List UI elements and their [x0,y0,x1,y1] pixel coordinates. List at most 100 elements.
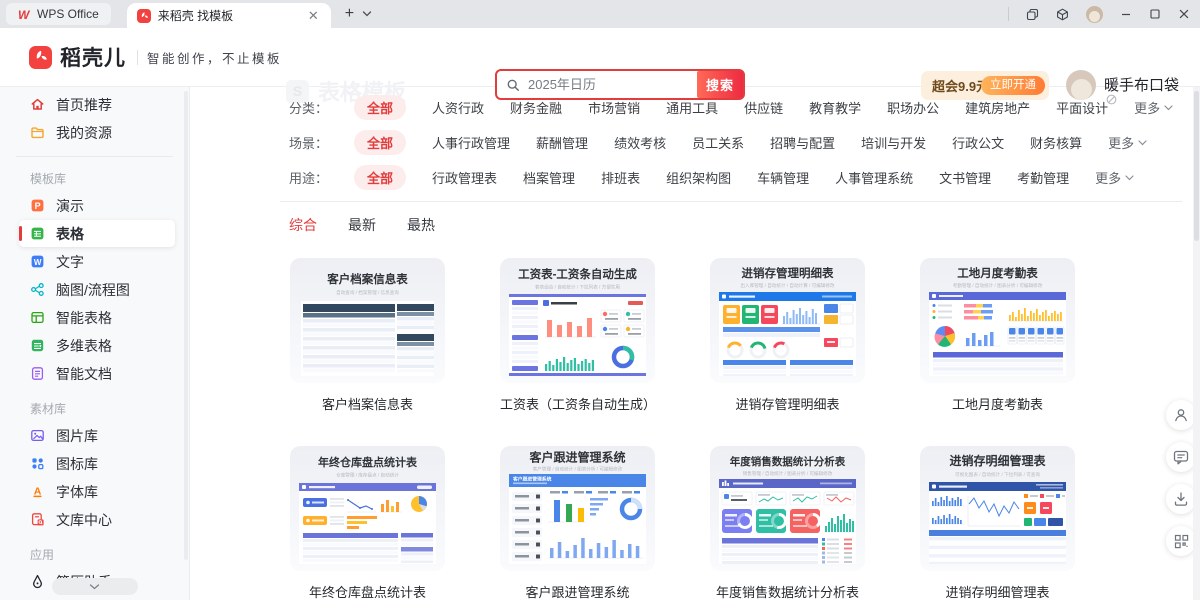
filter-more-button[interactable]: 更多 [1095,168,1134,187]
template-title[interactable]: 工地月度考勤表 [920,394,1075,413]
wps-logo-icon: W [18,8,31,21]
template-preview[interactable]: 工资表-工资条自动生成 套表组合 / 自动统计 / 下拉列表 / 方便实用 [500,258,655,383]
filter-option[interactable]: 教育教学 [809,98,861,117]
docer-tab[interactable]: 来稻壳 找模板 ✕ [127,3,331,28]
template-preview[interactable]: 年度销售数据统计分析表 销售管理 / 自动统计 / 图表分析 / 可编辑修改 [710,446,865,571]
filter-option[interactable]: 员工关系 [692,133,744,152]
sidebar-item-smart-doc[interactable]: 智能文档 [19,360,175,387]
template-card[interactable]: 年终仓库盘点统计表 仓库管理 / 库存盘点 / 自动统计 [290,446,445,600]
filter-option[interactable]: 文书管理 [939,168,991,187]
filter-option[interactable]: 薪酬管理 [536,133,588,152]
sidebar-item-label: 演示 [56,196,84,216]
svg-text:年度销售数据统计分析表: 年度销售数据统计分析表 [730,455,846,468]
sidebar-item-images[interactable]: 图片库 [19,422,175,449]
sidebar-item-presentation[interactable]: P 演示 [19,192,175,219]
download-client-button[interactable] [1166,484,1196,514]
filter-option[interactable]: 全部 [354,165,406,190]
filter-option[interactable]: 排班表 [601,168,640,187]
feedback-button[interactable] [1166,442,1196,472]
template-title[interactable]: 进销存管理明细表 [710,394,865,413]
template-card[interactable]: 客户档案信息表 自动查询 / 档案管理 / 信息查询 [290,258,445,413]
template-preview[interactable]: 进销存管理明细表 出入库管理 / 自动统计 / 自动计算 / 可编辑修改 [710,258,865,383]
filter-option[interactable]: 市场营销 [588,98,640,117]
account-avatar-small[interactable] [1086,6,1103,23]
template-card[interactable]: 进销存管理明细表 出入库管理 / 自动统计 / 自动计算 / 可编辑修改 [710,258,865,413]
filter-option[interactable]: 绩效考核 [614,133,666,152]
docer-logo[interactable]: 稻壳儿 智能创作，不止模板 [29,42,282,72]
labs-cube-icon[interactable] [1056,8,1069,21]
sidebar-item-my-resources[interactable]: 我的资源 [19,119,175,146]
sidebar-scrollbar[interactable] [184,91,188,560]
main-scrollbar-thumb[interactable] [1194,91,1199,241]
filter-option[interactable]: 建筑房地产 [965,98,1030,117]
sort-tab-newest[interactable]: 最新 [348,215,376,235]
sidebar-item-multidim-sheet[interactable]: 多维表格 [19,332,175,359]
template-card[interactable]: 进销存明细管理表 可视化图表 / 自动统计 / 下拉列表 / 可查询 [920,446,1075,600]
template-card[interactable]: 年度销售数据统计分析表 销售管理 / 自动统计 / 图表分析 / 可编辑修改 [710,446,865,600]
filter-option[interactable]: 全部 [354,130,406,155]
tagline: 智能创作，不止模板 [147,48,282,67]
template-title[interactable]: 年终仓库盘点统计表 [290,582,445,600]
template-preview[interactable]: 客户档案信息表 自动查询 / 档案管理 / 信息查询 [290,258,445,383]
minimize-icon[interactable] [1120,8,1132,20]
sidebar-collapse-button[interactable] [52,578,138,595]
filter-option[interactable]: 平面设计 [1056,98,1108,117]
sidebar-item-fonts[interactable]: A 字体库 [19,478,175,505]
wps-home-tab[interactable]: W WPS Office [6,3,111,25]
filter-option[interactable]: 财务金融 [510,98,562,117]
sidebar-item-label: 脑图/流程图 [56,280,130,300]
sidebar-item-mindmap[interactable]: 脑图/流程图 [19,276,175,303]
maximize-icon[interactable] [1149,8,1161,20]
sort-tab-comprehensive[interactable]: 综合 [289,215,317,235]
template-title[interactable]: 客户跟进管理系统 [500,582,655,600]
filter-option[interactable]: 招聘与配置 [770,133,835,152]
filter-option[interactable]: 行政管理表 [432,168,497,187]
close-icon[interactable] [1178,8,1190,20]
filter-option[interactable]: 财务核算 [1030,133,1082,152]
filter-option[interactable]: 考勤管理 [1017,168,1069,187]
wps-tab-label: WPS Office [37,7,99,21]
sidebar-item-library-center[interactable]: 文库中心 [19,506,175,533]
template-preview[interactable]: 年终仓库盘点统计表 仓库管理 / 库存盘点 / 自动统计 [290,446,445,571]
main-scrollbar[interactable] [1193,87,1200,600]
filter-option[interactable]: 全部 [354,95,406,120]
sidebar-item-home[interactable]: 首页推荐 [19,91,175,118]
docer-logo-icon [29,46,52,69]
sidebar-item-writer[interactable]: W 文字 [19,248,175,275]
sidebar-item-smart-sheet[interactable]: 智能表格 [19,304,175,331]
tab-list-caret-icon[interactable] [362,11,372,17]
template-card[interactable]: 工地月度考勤表 考勤管理 / 自动统计 / 图表分析 / 可编辑修改 [920,258,1075,413]
filter-more-button[interactable]: 更多 [1134,98,1173,117]
template-card[interactable]: 客户跟进管理系统 客户管理 / 自动统计 / 图表分析 / 可编辑修改 客户跟进… [500,446,655,600]
restore-layout-icon[interactable] [1026,8,1039,21]
filter-option[interactable]: 通用工具 [666,98,718,117]
filter-more-button[interactable]: 更多 [1108,133,1147,152]
filter-option[interactable]: 人事行政管理 [432,133,510,152]
template-preview[interactable]: 进销存明细管理表 可视化图表 / 自动统计 / 下拉列表 / 可查询 [920,446,1075,571]
filter-option[interactable]: 人事管理系统 [835,168,913,187]
filter-option[interactable]: 培训与开发 [861,133,926,152]
sidebar-item-icons[interactable]: 图标库 [19,450,175,477]
sidebar-item-spreadsheet[interactable]: 表格 [19,220,175,247]
filter-option[interactable]: 车辆管理 [757,168,809,187]
customer-service-button[interactable] [1166,400,1196,430]
new-tab-button[interactable]: + [345,6,354,22]
filter-option[interactable]: 职场办公 [887,98,939,117]
template-title[interactable]: 工资表（工资条自动生成） [500,394,655,413]
filter-row-category: 分类： 全部 人资行政 财务金融 市场营销 通用工具 供应链 教育教学 职场办公… [190,90,1200,125]
filter-option[interactable]: 行政公文 [952,133,1004,152]
filter-option[interactable]: 档案管理 [523,168,575,187]
template-title[interactable]: 进销存明细管理表 [920,582,1075,600]
template-preview[interactable]: 客户跟进管理系统 客户管理 / 自动统计 / 图表分析 / 可编辑修改 客户跟进… [500,446,655,571]
presentation-icon: P [30,198,45,213]
filter-option[interactable]: 供应链 [744,98,783,117]
tab-close-icon[interactable]: ✕ [306,7,321,24]
filter-option[interactable]: 人资行政 [432,98,484,117]
qr-code-button[interactable] [1166,526,1196,556]
filter-option[interactable]: 组织架构图 [666,168,731,187]
template-preview[interactable]: 工地月度考勤表 考勤管理 / 自动统计 / 图表分析 / 可编辑修改 [920,258,1075,383]
template-title[interactable]: 客户档案信息表 [290,394,445,413]
template-title[interactable]: 年度销售数据统计分析表 [710,582,865,600]
template-card[interactable]: 工资表-工资条自动生成 套表组合 / 自动统计 / 下拉列表 / 方便实用 [500,258,655,413]
sort-tab-hottest[interactable]: 最热 [407,215,435,235]
